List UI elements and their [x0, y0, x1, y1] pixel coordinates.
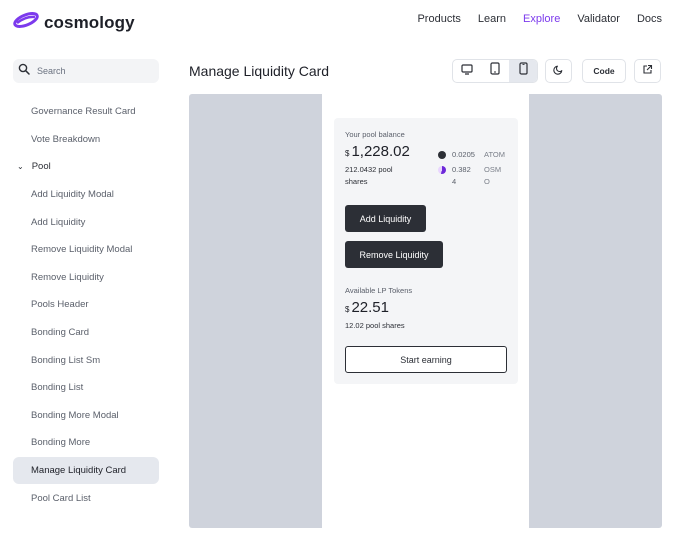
nav-validator[interactable]: Validator: [577, 13, 620, 25]
sidebar-item-bonding-list[interactable]: Bonding List: [13, 374, 159, 402]
sidebar-item-label: Governance Result Card: [31, 106, 136, 118]
sidebar-item-bonding-more[interactable]: Bonding More: [13, 429, 159, 457]
token-row-osmo: 0.382 4 OSM O: [438, 164, 506, 188]
manage-liquidity-card: Your pool balance $ 1,228.02 212.0432 po…: [334, 118, 518, 384]
top-header: cosmology Products Learn Explore Validat…: [0, 0, 680, 42]
token-symbol: ATOM: [484, 150, 505, 159]
tablet-view-button[interactable]: [481, 60, 509, 82]
brand-logo[interactable]: cosmology: [12, 9, 135, 36]
pool-balance-label: Your pool balance: [345, 130, 405, 139]
pool-shares-line: 212.0432 pool: [345, 165, 393, 174]
sidebar-item-bonding-card[interactable]: Bonding Card: [13, 319, 159, 347]
lp-tokens-amount: $ 22.51: [345, 299, 389, 316]
sidebar-item-bonding-list-sm[interactable]: Bonding List Sm: [13, 346, 159, 374]
chevron-down-icon: ⌄: [17, 162, 24, 172]
atom-token-icon: [438, 151, 446, 159]
token-amount-line: 4: [452, 177, 457, 186]
sidebar-item-label: Manage Liquidity Card: [31, 465, 127, 477]
token-amount: 0.0205: [452, 150, 475, 159]
pool-balance-value: 1,228.02: [351, 143, 410, 160]
pool-shares-line: shares: [345, 177, 368, 186]
sidebar-item-label: Pool Card List: [31, 492, 91, 504]
sidebar-group-label: Pool: [31, 161, 51, 173]
sidebar-item-label: Bonding More: [31, 437, 91, 449]
nav-explore[interactable]: Explore: [523, 13, 560, 25]
desktop-icon: [461, 62, 473, 80]
preview-toolbar: Code: [452, 59, 661, 83]
search-input[interactable]: [37, 66, 147, 76]
token-symbol-line: O: [484, 177, 490, 186]
external-link-icon: [642, 62, 653, 80]
sidebar-item-label: Pools Header: [31, 299, 89, 311]
page-title: Manage Liquidity Card: [189, 63, 330, 79]
sidebar-item-manage-liquidity-card[interactable]: Manage Liquidity Card: [13, 456, 159, 485]
mobile-view-button[interactable]: [509, 60, 537, 82]
theme-toggle-button[interactable]: [545, 59, 572, 83]
sidebar-item-label: Bonding List: [31, 382, 84, 394]
currency-symbol: $: [345, 305, 350, 314]
open-external-button[interactable]: [634, 59, 661, 83]
sidebar-item-governance-result-card[interactable]: Governance Result Card: [13, 98, 159, 126]
sidebar-item-vote-breakdown[interactable]: Vote Breakdown: [13, 126, 159, 154]
sidebar-item-label: Add Liquidity Modal: [31, 189, 114, 201]
lp-tokens-value: 22.51: [351, 299, 389, 316]
sidebar-item-label: Remove Liquidity: [31, 271, 104, 283]
sidebar-group-pool[interactable]: ⌄ Pool: [13, 153, 159, 181]
token-row-atom: 0.0205 ATOM: [438, 149, 506, 161]
mobile-icon: [518, 62, 528, 80]
sidebar-item-label: Add Liquidity: [31, 216, 86, 228]
top-nav: Products Learn Explore Validator Docs: [417, 13, 662, 25]
osmo-token-icon: [438, 166, 446, 174]
remove-liquidity-button[interactable]: Remove Liquidity: [345, 241, 443, 268]
sidebar-item-label: Bonding More Modal: [31, 409, 119, 421]
start-earning-button[interactable]: Start earning: [345, 346, 507, 373]
moon-icon: [553, 62, 564, 80]
nav-learn[interactable]: Learn: [478, 13, 506, 25]
sidebar-item-remove-liquidity-modal[interactable]: Remove Liquidity Modal: [13, 236, 159, 264]
sidebar-item-label: Bonding List Sm: [31, 354, 101, 366]
sidebar-item-label: Bonding Card: [31, 327, 90, 339]
desktop-view-button[interactable]: [453, 60, 481, 82]
code-button[interactable]: Code: [582, 59, 626, 83]
token-amount: 0.382 4: [452, 164, 484, 188]
sidebar: Governance Radio Governance Result Card …: [0, 58, 175, 540]
tablet-icon: [490, 62, 500, 80]
sidebar-item-add-liquidity[interactable]: Add Liquidity: [13, 208, 159, 236]
token-amount-line: 0.382: [452, 165, 471, 174]
sidebar-item-label: Remove Liquidity Modal: [31, 244, 133, 256]
sidebar-item-add-liquidity-modal[interactable]: Add Liquidity Modal: [13, 181, 159, 209]
pool-balance-amount: $ 1,228.02: [345, 143, 410, 160]
search-icon: [13, 62, 30, 80]
sidebar-item-label: Vote Breakdown: [31, 133, 101, 145]
token-symbol-line: OSM: [484, 165, 502, 174]
sidebar-item-remove-liquidity[interactable]: Remove Liquidity: [13, 264, 159, 292]
sidebar-item-bonding-more-modal[interactable]: Bonding More Modal: [13, 402, 159, 430]
add-liquidity-button[interactable]: Add Liquidity: [345, 205, 426, 232]
pool-shares: 212.0432 pool shares: [345, 164, 393, 188]
token-symbol: OSM O: [484, 164, 506, 188]
sidebar-item-pools-header[interactable]: Pools Header: [13, 291, 159, 319]
sidebar-item-pool-card-list[interactable]: Pool Card List: [13, 484, 159, 512]
search-box: [13, 59, 159, 83]
lp-pool-shares: 12.02 pool shares: [345, 321, 405, 330]
brand-name: cosmology: [44, 12, 135, 32]
lp-tokens-label: Available LP Tokens: [345, 286, 413, 295]
cosmology-logo-icon: [12, 9, 40, 36]
device-view-switcher: [452, 59, 538, 83]
sidebar-list: Governance Radio Governance Result Card …: [13, 78, 159, 512]
nav-docs[interactable]: Docs: [637, 13, 662, 25]
nav-products[interactable]: Products: [417, 13, 460, 25]
currency-symbol: $: [345, 149, 350, 158]
